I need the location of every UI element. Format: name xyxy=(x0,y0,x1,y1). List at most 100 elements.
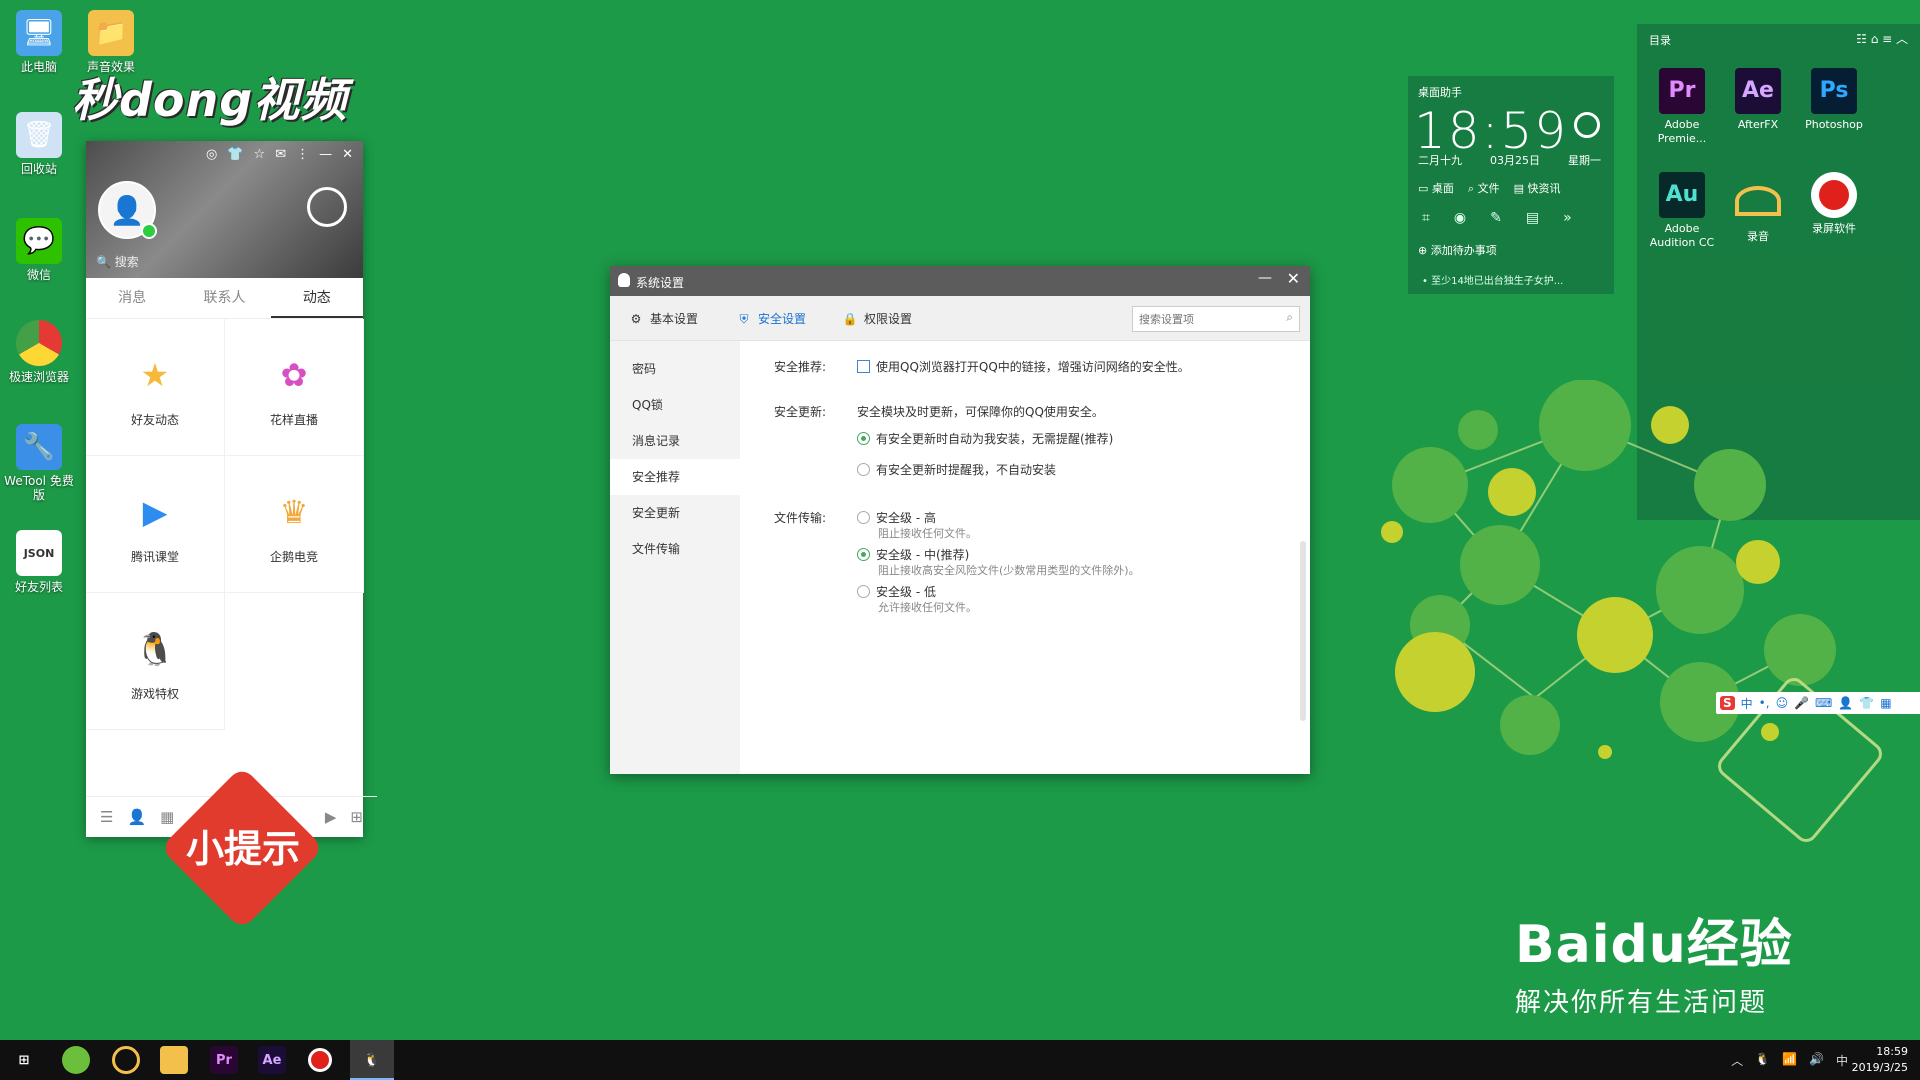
qq-app-friend-feed[interactable]: ★ 好友动态 xyxy=(86,319,225,456)
dialog-title: 系统设置 xyxy=(636,276,685,290)
qq-tray-icon[interactable]: 🐧 xyxy=(1755,1052,1770,1069)
mail-icon[interactable]: ✉ xyxy=(275,147,286,167)
qq-app-classroom[interactable]: ▶ 腾讯课堂 xyxy=(86,456,225,593)
skin-icon[interactable]: 👕 xyxy=(1859,696,1874,710)
ime-mode[interactable]: 中 xyxy=(1741,695,1753,712)
sidebar-item-security-recommend[interactable]: 安全推荐 xyxy=(610,459,740,495)
app-afterfx[interactable]: Ae AfterFX xyxy=(1723,68,1793,132)
desktop-icon-friend-list[interactable]: JSON 好友列表 xyxy=(0,530,78,594)
weather-sun-icon[interactable] xyxy=(1574,112,1600,138)
eye-icon[interactable]: ◉ xyxy=(1454,210,1466,226)
close-button[interactable]: ✕ xyxy=(1287,269,1300,288)
punctuation-icon[interactable]: •, xyxy=(1759,696,1770,710)
app-premiere[interactable]: Pr Adobe Premie... xyxy=(1647,68,1717,146)
tab-permission-settings[interactable]: 🔒 权限设置 xyxy=(842,310,913,327)
edit-icon[interactable]: ✎ xyxy=(1490,210,1502,226)
action-desktop[interactable]: ▭ 桌面 xyxy=(1418,180,1454,196)
add-contact-icon[interactable]: 👤 xyxy=(127,808,146,826)
plus-circle-icon: ⊕ xyxy=(1418,244,1428,257)
sidebar-item-password[interactable]: 密码 xyxy=(610,351,740,387)
taskbar-screen-record-icon[interactable] xyxy=(306,1046,334,1074)
settings-search[interactable]: ⌕ xyxy=(1132,306,1300,332)
dialog-title-bar[interactable]: 系统设置 — ✕ xyxy=(610,266,1310,296)
qq-browser-checkbox[interactable] xyxy=(857,360,870,373)
add-todo-button[interactable]: ⊕ 添加待办事项 xyxy=(1418,242,1497,258)
level-high-desc: 阻止接收任何文件。 xyxy=(878,527,977,540)
target-icon[interactable]: ◎ xyxy=(206,147,217,167)
search-icon[interactable]: ⌕ xyxy=(1286,310,1293,325)
desktop-icon-wechat[interactable]: 💬 微信 xyxy=(0,218,78,282)
level-low-radio[interactable] xyxy=(857,585,870,598)
minimize-button[interactable]: — xyxy=(1258,270,1272,286)
tab-messages[interactable]: 消息 xyxy=(86,278,178,318)
sidebar-item-message-history[interactable]: 消息记录 xyxy=(610,423,740,459)
app-screen-recorder[interactable]: 录屏软件 xyxy=(1799,172,1869,236)
shirt-icon[interactable]: 👕 xyxy=(227,147,243,167)
tab-feed[interactable]: 动态 xyxy=(270,278,363,318)
network-icon[interactable]: 📶 xyxy=(1782,1052,1797,1069)
more-chevron-icon[interactable]: » xyxy=(1563,210,1572,226)
desktop-icon-this-pc[interactable]: 🖥 此电脑 xyxy=(0,10,78,74)
qq-app-game-privilege[interactable]: 🐧 游戏特权 xyxy=(86,593,225,730)
settings-search-input[interactable] xyxy=(1133,307,1271,331)
update-notify-radio[interactable] xyxy=(857,463,870,476)
list-icon[interactable]: ▤ xyxy=(1526,210,1539,226)
app-manager-icon[interactable]: ▦ xyxy=(160,808,174,826)
video-icon[interactable]: ▶ xyxy=(325,808,337,826)
taskbar-afterfx-icon[interactable]: Ae xyxy=(258,1046,286,1074)
minimize-icon[interactable]: — xyxy=(319,147,332,167)
sidebar-item-file-transfer[interactable]: 文件传输 xyxy=(610,531,740,567)
tab-basic-settings[interactable]: ⚙ 基本设置 xyxy=(628,310,698,327)
volume-icon[interactable]: 🔊 xyxy=(1809,1052,1824,1069)
windows-start-icon[interactable]: ⊞ xyxy=(10,1046,38,1074)
keyboard-icon[interactable]: ⌨ xyxy=(1815,696,1832,710)
user-icon[interactable]: 👤 xyxy=(1838,696,1853,710)
tab-contacts[interactable]: 联系人 xyxy=(178,278,270,318)
taskbar-folder-icon[interactable] xyxy=(160,1046,188,1074)
level-high-option[interactable]: 安全级 - 高 xyxy=(857,509,936,526)
app-recorder[interactable]: 录音 xyxy=(1723,172,1793,244)
grid-icon[interactable]: ▦ xyxy=(1880,696,1891,710)
app-photoshop[interactable]: Ps Photoshop xyxy=(1799,68,1869,132)
tab-security-settings[interactable]: ⛨ 安全设置 xyxy=(736,310,806,327)
apps-grid-icon[interactable]: ⊞ xyxy=(350,808,363,826)
taskbar-recorder-icon[interactable] xyxy=(112,1046,140,1074)
sidebar-item-security-update[interactable]: 安全更新 xyxy=(610,495,740,531)
level-mid-radio[interactable] xyxy=(857,548,870,561)
star-icon[interactable]: ☆ xyxy=(254,147,266,167)
desktop-icon-recycle-bin[interactable]: 🗑 回收站 xyxy=(0,112,78,176)
content-scrollbar[interactable] xyxy=(1300,541,1306,721)
ime-toolbar[interactable]: S 中 •, ☺ 🎤 ⌨ 👤 👕 ▦ xyxy=(1716,692,1920,714)
qq-app-esports[interactable]: ♛ 企鹅电竞 xyxy=(225,456,364,593)
update-notify-option[interactable]: 有安全更新时提醒我，不自动安装 xyxy=(857,461,1056,478)
update-auto-option[interactable]: 有安全更新时自动为我安装，无需提醒(推荐) xyxy=(857,430,1113,447)
desktop-icon-wetool[interactable]: 🔧 WeTool 免费版 xyxy=(0,424,78,502)
desktop-icon-browser[interactable]: 极速浏览器 xyxy=(0,320,78,384)
more-icon[interactable]: ⋮ xyxy=(296,147,309,167)
app-audition[interactable]: Au Adobe Audition CC xyxy=(1647,172,1717,250)
taskbar-qq-icon[interactable]: 🐧 xyxy=(358,1046,386,1074)
crop-icon[interactable]: ⌗ xyxy=(1422,210,1430,226)
action-files[interactable]: ⌕ 文件 xyxy=(1468,180,1500,196)
level-mid-option[interactable]: 安全级 - 中(推荐) xyxy=(857,546,969,563)
microphone-icon[interactable]: 🎤 xyxy=(1794,696,1809,710)
emoji-icon[interactable]: ☺ xyxy=(1776,696,1789,710)
taskbar-browser-icon[interactable] xyxy=(62,1046,90,1074)
update-auto-radio[interactable] xyxy=(857,432,870,445)
news-headline[interactable]: • 至少14地已出台独生子女护... xyxy=(1422,272,1563,287)
sidebar-item-qq-lock[interactable]: QQ锁 xyxy=(610,387,740,423)
qq-search-box[interactable]: 🔍 搜索 xyxy=(96,253,139,270)
tray-ime-indicator[interactable]: 中 xyxy=(1836,1052,1848,1069)
action-news[interactable]: ▤ 快资讯 xyxy=(1514,180,1561,196)
taskbar-premiere-icon[interactable]: Pr xyxy=(210,1046,238,1074)
recommend-option[interactable]: 使用QQ浏览器打开QQ中的链接，增强访问网络的安全性。 xyxy=(857,358,1190,375)
chevron-up-icon[interactable]: ︿ xyxy=(1731,1052,1743,1069)
qq-app-live[interactable]: ✿ 花样直播 xyxy=(225,319,364,456)
taskbar-clock[interactable]: 18:59 2019/3/25 xyxy=(1852,1044,1908,1076)
level-low-option[interactable]: 安全级 - 低 xyxy=(857,583,936,600)
weather-sun-icon[interactable] xyxy=(307,187,347,227)
close-icon[interactable]: ✕ xyxy=(342,147,353,167)
menu-icon[interactable]: ☰ xyxy=(100,808,113,826)
level-high-radio[interactable] xyxy=(857,511,870,524)
directory-controls[interactable]: ☷ ⌂ ≡ ︿ xyxy=(1856,30,1908,47)
